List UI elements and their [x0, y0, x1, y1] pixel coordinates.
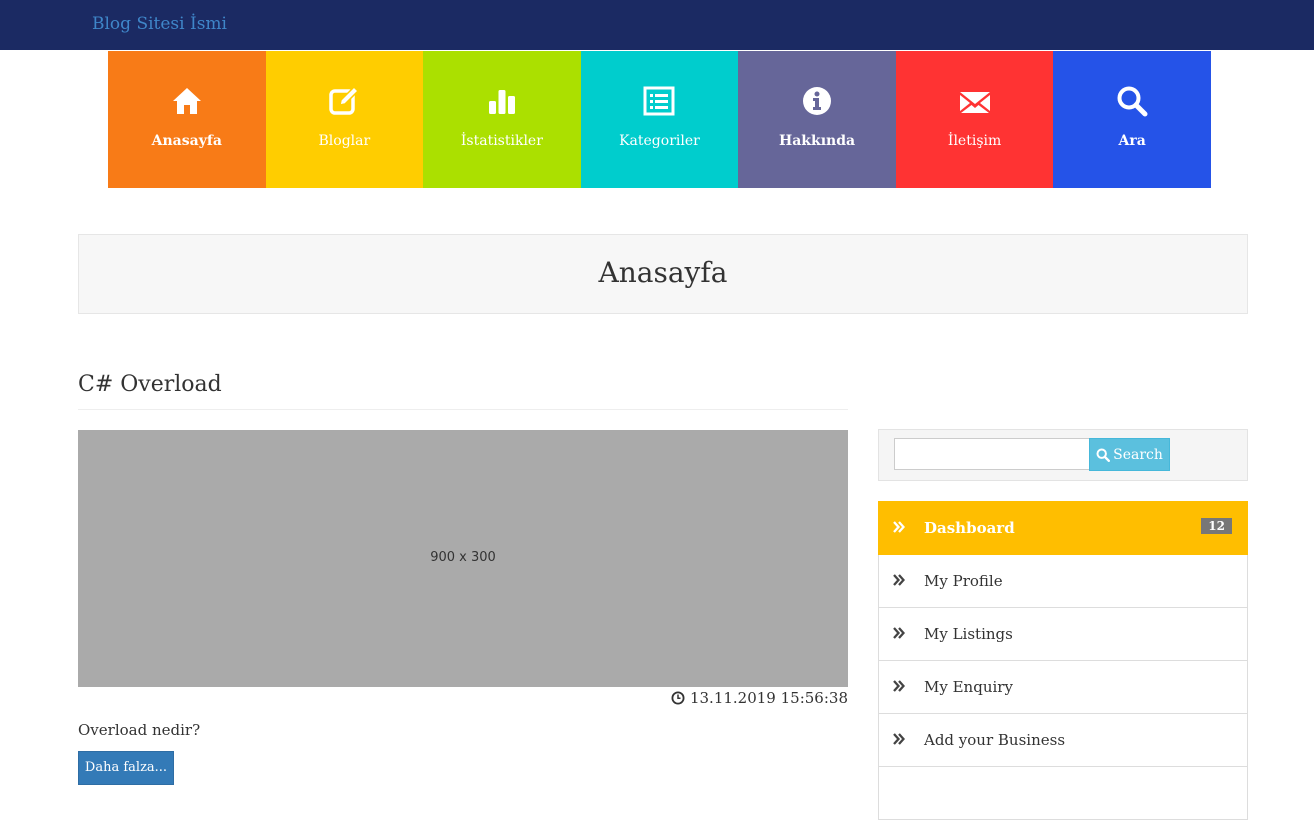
post-excerpt: Overload nedir? [78, 721, 201, 739]
sidebar-item-label: My Listings [924, 625, 1013, 643]
post-image-placeholder: 900 x 300 [78, 430, 848, 687]
double-chevron-right-icon [893, 627, 905, 639]
post-date: 13.11.2019 15:56:38 [671, 689, 848, 707]
nav-label: Hakkında [779, 133, 856, 149]
nav-tile-kategoriler[interactable]: Kategoriler [580, 51, 739, 188]
image-placeholder-text: 900 x 300 [430, 550, 496, 565]
nav-label: Bloglar [318, 133, 371, 149]
double-chevron-right-icon [893, 733, 905, 745]
nav-tile-hakkinda[interactable]: Hakkında [738, 51, 896, 188]
search-icon [1117, 86, 1148, 117]
edit-icon [329, 85, 360, 115]
list-icon [643, 86, 675, 116]
nav-tile-ara[interactable]: Ara [1053, 51, 1211, 188]
page-title: Anasayfa [598, 256, 728, 289]
nav-tile-anasayfa[interactable]: Anasayfa [108, 51, 266, 188]
read-more-button[interactable]: Daha falza... [78, 751, 174, 785]
page-title-box: Anasayfa [78, 234, 1248, 314]
sidebar-item-my-enquiry[interactable]: My Enquiry [878, 661, 1248, 714]
nav-label: İstatistikler [460, 133, 543, 149]
sidebar-item-label: My Enquiry [924, 678, 1013, 696]
nav-label: İletişim [947, 133, 1002, 149]
sidebar-item-my-profile[interactable]: My Profile [878, 555, 1248, 608]
nav-tile-istatistikler[interactable]: İstatistikler [423, 51, 581, 188]
search-icon [1096, 448, 1111, 462]
sidebar-search: Search [878, 429, 1248, 481]
envelope-icon [959, 92, 990, 113]
sidebar-item-label: Dashboard [924, 519, 1015, 537]
sidebar-item-label: My Profile [924, 572, 1003, 590]
sidebar-item[interactable] [878, 767, 1248, 820]
brand-link[interactable]: Blog Sitesi İsmi [92, 14, 227, 34]
bar-chart-icon [488, 90, 515, 114]
nav-tiles: Anasayfa Bloglar İstatistikler Kategoril… [108, 51, 1211, 188]
search-input[interactable] [894, 438, 1090, 470]
top-navbar: Blog Sitesi İsmi [0, 0, 1314, 50]
sidebar-menu: Dashboard 12 My Profile My Listings My E… [878, 501, 1248, 820]
divider [78, 409, 848, 410]
nav-label: Ara [1118, 133, 1146, 149]
post-title[interactable]: C# Overload [78, 372, 848, 397]
sidebar-item-label: Add your Business [924, 731, 1066, 749]
sidebar-item-dashboard[interactable]: Dashboard 12 [878, 501, 1248, 555]
sidebar-item-my-listings[interactable]: My Listings [878, 608, 1248, 661]
home-icon [172, 88, 201, 114]
search-button-label: Search [1113, 446, 1163, 463]
double-chevron-right-icon [893, 521, 905, 533]
double-chevron-right-icon [893, 574, 905, 586]
info-icon [803, 87, 832, 115]
search-button[interactable]: Search [1089, 438, 1170, 471]
post-date-text: 13.11.2019 15:56:38 [689, 689, 848, 707]
count-badge: 12 [1201, 518, 1232, 534]
double-chevron-right-icon [893, 680, 905, 692]
sidebar-item-add-business[interactable]: Add your Business [878, 714, 1248, 767]
nav-label: Anasayfa [151, 133, 222, 149]
nav-tile-bloglar[interactable]: Bloglar [265, 51, 424, 188]
nav-tile-iletisim[interactable]: İletişim [895, 51, 1054, 188]
clock-icon [671, 691, 685, 705]
nav-label: Kategoriler [619, 133, 700, 149]
